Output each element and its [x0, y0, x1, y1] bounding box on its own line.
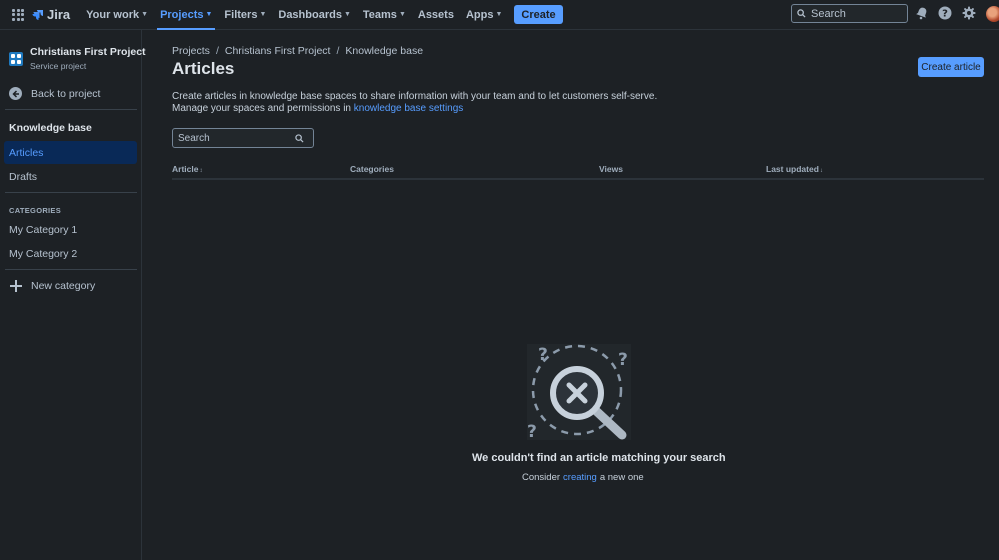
column-label: Article [172, 164, 199, 174]
settings-icon[interactable] [962, 6, 976, 20]
sidebar-divider [5, 109, 137, 110]
knowledge-base-settings-link[interactable]: knowledge base settings [354, 103, 464, 114]
article-search-input[interactable] [173, 132, 293, 144]
create-article-button[interactable]: Create article [918, 57, 984, 77]
breadcrumb-separator: / [336, 45, 340, 57]
project-avatar-icon [9, 52, 23, 66]
column-header-categories: Categories [350, 164, 394, 174]
empty-state-title: We couldn't find an article matching you… [472, 452, 726, 464]
chevron-down-icon: ▼ [205, 11, 213, 18]
project-name: Christians First Project [30, 46, 146, 58]
nav-label: Your work [86, 8, 140, 21]
sidebar-divider [5, 269, 137, 270]
no-results-search-icon: ? ? ? [527, 344, 631, 440]
nav-label: Dashboards [278, 8, 342, 21]
knowledge-base-heading: Knowledge base [9, 122, 92, 134]
article-search[interactable] [172, 128, 314, 148]
sidebar-item-label: Drafts [9, 170, 38, 183]
jira-logo-icon [32, 9, 43, 20]
global-search[interactable] [791, 4, 908, 23]
chevron-down-icon: ▼ [343, 11, 351, 18]
table-header-divider [172, 178, 984, 180]
nav-label: Assets [417, 8, 454, 21]
breadcrumb-project[interactable]: Christians First Project [225, 45, 331, 57]
svg-text:?: ? [618, 350, 628, 370]
global-search-input[interactable] [811, 7, 901, 20]
plus-icon [9, 279, 23, 293]
search-icon [295, 133, 304, 143]
jira-logo-text: Jira [47, 7, 71, 22]
nav-dashboards[interactable]: Dashboards ▼ [272, 0, 357, 30]
sidebar-item-label: My Category 2 [9, 247, 78, 260]
project-type: Service project [30, 61, 87, 71]
nav-label: Apps [465, 8, 494, 21]
new-category-label: New category [31, 280, 96, 292]
nav-your-work[interactable]: Your work ▼ [80, 0, 154, 30]
arrow-left-icon [9, 87, 22, 100]
empty-state-subtitle: Consider creating a new one [522, 472, 644, 483]
svg-text:?: ? [538, 345, 548, 365]
top-navigation: Jira Your work ▼ Projects ▼ Filters ▼ Dashb… [0, 0, 999, 30]
apps-grid-icon[interactable] [12, 8, 24, 21]
sidebar-divider [5, 192, 137, 193]
chevron-down-icon: ▼ [141, 11, 149, 18]
empty-state-suffix: a new one [599, 472, 644, 483]
column-header-article[interactable]: Article↕ [172, 164, 202, 174]
sidebar-item-label: My Category 1 [9, 223, 78, 236]
nav-label: Filters [224, 8, 258, 21]
chevron-down-icon: ▼ [495, 11, 503, 18]
breadcrumb-knowledge-base[interactable]: Knowledge base [345, 45, 423, 57]
empty-state-prefix: Consider [522, 472, 561, 483]
avatar[interactable] [986, 6, 999, 22]
sidebar: Christians First Project Service project… [0, 30, 146, 560]
description-line-1: Create articles in knowledge base spaces… [172, 91, 658, 102]
sidebar-item-articles[interactable]: Articles [4, 141, 137, 164]
notifications-icon[interactable] [915, 6, 929, 20]
project-header[interactable]: Christians First Project Service project [9, 46, 146, 71]
breadcrumb: Projects / Christians First Project / Kn… [172, 45, 423, 57]
creating-link[interactable]: creating [563, 472, 597, 483]
chevron-down-icon: ▼ [398, 11, 406, 18]
description-line-2: Manage your spaces and permissions in kn… [172, 103, 657, 115]
sidebar-item-drafts[interactable]: Drafts [4, 165, 137, 188]
nav-label: Projects [160, 8, 204, 21]
nav-label: Teams [362, 8, 397, 21]
search-icon [797, 9, 806, 18]
jira-logo[interactable]: Jira [32, 0, 70, 30]
create-button[interactable]: Create [514, 5, 563, 24]
nav-filters[interactable]: Filters ▼ [218, 0, 272, 30]
categories-section-label: CATEGORIES [9, 206, 62, 215]
new-category-button[interactable]: New category [9, 279, 95, 293]
column-label: Views [599, 164, 623, 174]
column-header-views: Views [599, 164, 623, 174]
nav-apps[interactable]: Apps ▼ [460, 0, 508, 30]
nav-projects[interactable]: Projects ▼ [154, 0, 218, 30]
sidebar-item-category-2[interactable]: My Category 2 [4, 242, 137, 265]
sort-icon: ↓ [819, 168, 823, 174]
help-icon[interactable]: ? [938, 6, 952, 20]
sort-icon: ↕ [199, 168, 203, 174]
nav-assets[interactable]: Assets [412, 0, 460, 30]
sidebar-item-label: Articles [9, 146, 44, 159]
column-label: Categories [350, 164, 394, 174]
breadcrumb-separator: / [215, 45, 219, 57]
page-description: Create articles in knowledge base spaces… [172, 91, 657, 115]
svg-text:?: ? [942, 9, 948, 20]
sidebar-item-category-1[interactable]: My Category 1 [4, 218, 137, 241]
column-header-last-updated[interactable]: Last updated↓ [766, 164, 823, 174]
nav-teams[interactable]: Teams ▼ [357, 0, 412, 30]
back-to-project-link[interactable]: Back to project [9, 87, 100, 100]
column-label: Last updated [766, 164, 819, 174]
breadcrumb-projects[interactable]: Projects [172, 45, 210, 57]
description-prefix: Manage your spaces and permissions in [172, 103, 354, 114]
svg-text:?: ? [527, 422, 537, 440]
page-title: Articles [172, 59, 235, 78]
chevron-down-icon: ▼ [259, 11, 267, 18]
back-to-project-label: Back to project [31, 87, 101, 100]
